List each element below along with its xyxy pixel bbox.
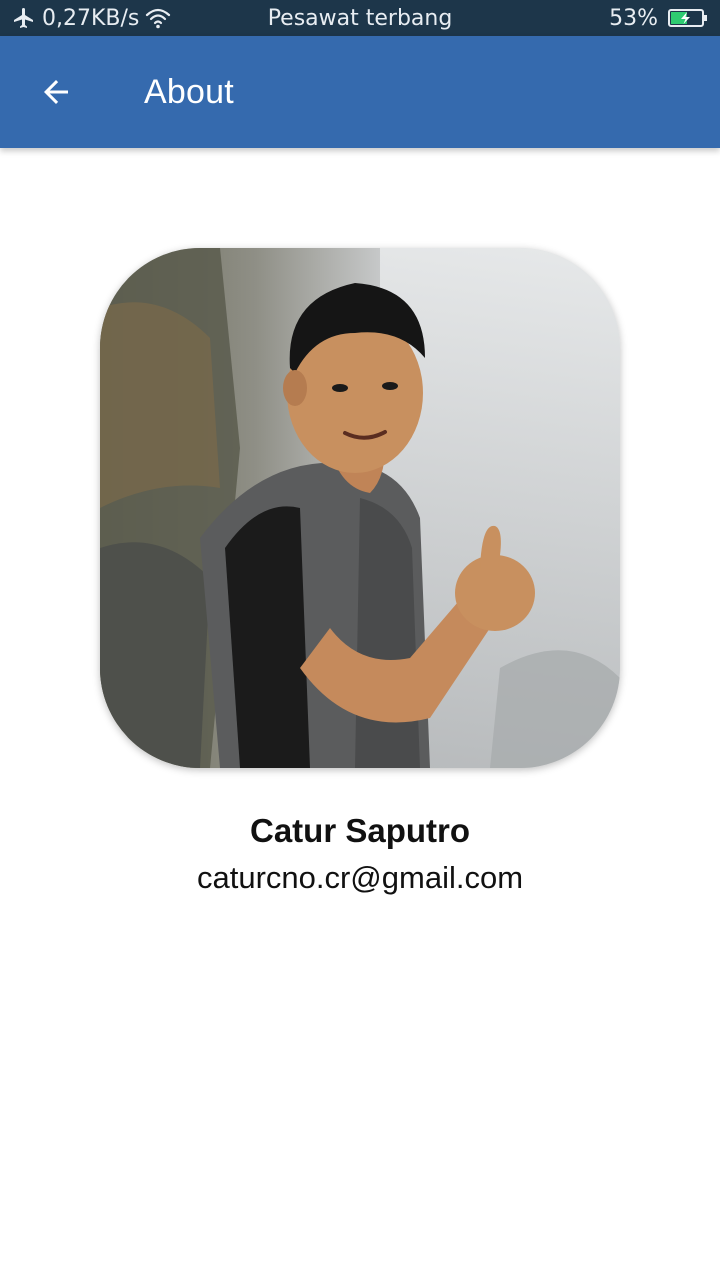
battery-percentage: 53% [609,5,658,31]
arrow-left-icon [38,74,74,110]
page-title: About [144,72,234,111]
airplane-mode-label: Pesawat terbang [267,5,453,31]
status-right: 53% [609,0,708,36]
back-button[interactable] [24,64,88,120]
profile-name: Catur Saputro [249,812,470,849]
battery-charging-icon [668,8,708,28]
app-bar: About [0,36,720,148]
status-bar: 0,27KB/s Pesawat terbang 53% [0,0,720,36]
profile-email[interactable]: caturcno.cr@gmail.com [0,860,720,896]
profile-photo [100,248,620,768]
